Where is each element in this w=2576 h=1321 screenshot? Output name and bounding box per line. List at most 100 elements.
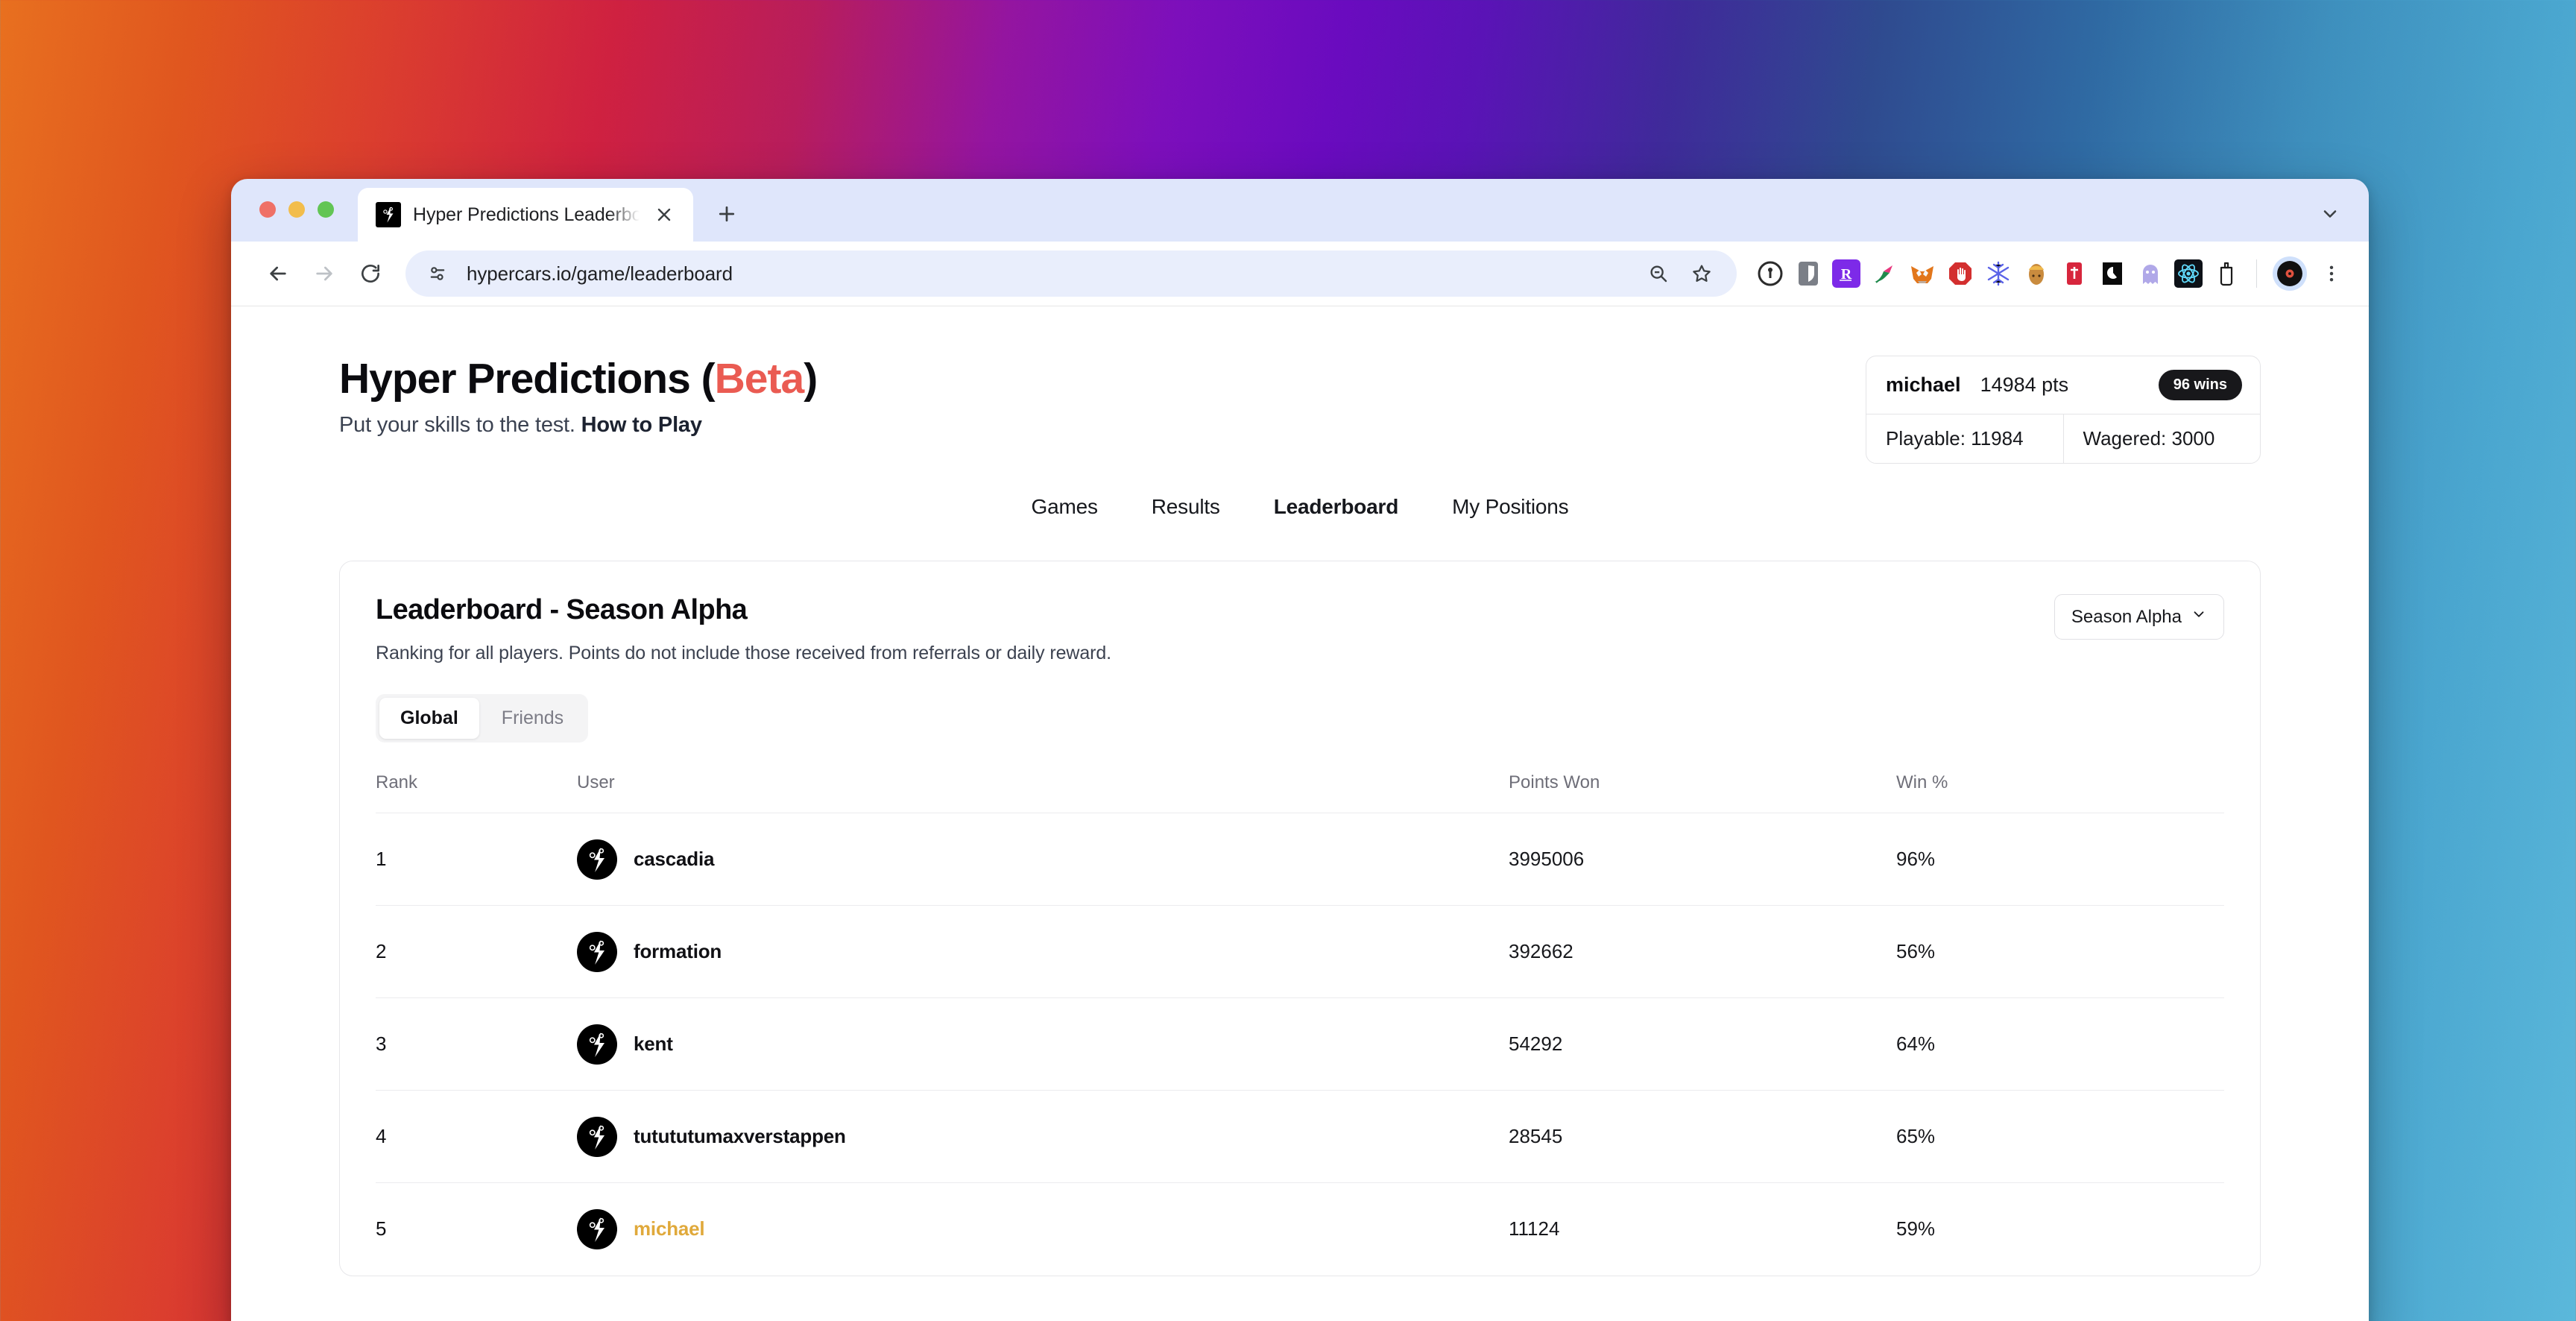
keeper-icon[interactable] — [2212, 259, 2241, 288]
cell-points: 54292 — [1509, 997, 1896, 1091]
snowflake-icon[interactable] — [1984, 259, 2012, 288]
cell-points: 392662 — [1509, 905, 1896, 998]
minimize-window-button[interactable] — [288, 201, 305, 218]
table-row[interactable]: 5 michael 11124 59% — [376, 1182, 2224, 1276]
bookmark-star-icon[interactable] — [1686, 258, 1717, 289]
cell-rank: 4 — [376, 1090, 577, 1183]
username-label[interactable]: tutututumaxverstappen — [634, 1125, 846, 1148]
chrome-menu-icon[interactable] — [2317, 256, 2346, 291]
column-header-win: Win % — [1896, 772, 1948, 792]
rabby-wallet-icon[interactable]: R — [1832, 259, 1860, 288]
bitwarden-icon[interactable] — [1794, 259, 1822, 288]
toolbar-divider — [2256, 259, 2257, 288]
react-devtools-icon[interactable] — [2174, 259, 2203, 288]
page-title: Hyper Predictions (Beta) — [339, 355, 818, 403]
season-select-value: Season Alpha — [2071, 606, 2182, 627]
avatar — [577, 839, 617, 880]
site-header: Hyper Predictions (Beta) Put your skills… — [339, 306, 2261, 464]
leaderboard-table: Rank User Points Won Win % 1 cascadia 3995… — [376, 772, 2224, 1276]
page-title-close: ) — [804, 355, 818, 403]
search-icon[interactable] — [1643, 258, 1674, 289]
segment-friends[interactable]: Friends — [481, 698, 584, 739]
leaderboard-heading-block: Leaderboard - Season Alpha Ranking for a… — [376, 594, 1111, 664]
table-body: 1 cascadia 3995006 96% 2 formation 392662 56% 3 k… — [376, 813, 2224, 1276]
brand-block: Hyper Predictions (Beta) Put your skills… — [339, 355, 818, 438]
page-viewport: Hyper Predictions (Beta) Put your skills… — [231, 306, 2369, 1321]
cell-win-percent: 59% — [1896, 1182, 2224, 1276]
user-stats-top: michael 14984 pts 96 wins — [1866, 356, 2260, 414]
tab-title: Hyper Predictions Leaderboa — [413, 204, 640, 225]
browser-window: Hyper Predictions Leaderboa hypercars.io… — [231, 179, 2369, 1321]
nav-item-games[interactable]: Games — [1032, 495, 1098, 519]
stats-username: michael — [1886, 373, 1961, 396]
reload-icon[interactable] — [347, 250, 394, 297]
stats-wagered: Wagered: 3000 — [2062, 414, 2261, 463]
main-nav: Games Results Leaderboard My Positions — [339, 495, 2261, 526]
table-row[interactable]: 1 cascadia 3995006 96% — [376, 813, 2224, 906]
table-row[interactable]: 2 formation 392662 56% — [376, 905, 2224, 998]
glyph-icon[interactable] — [2098, 259, 2127, 288]
table-header-row: Rank User Points Won Win % — [376, 772, 2224, 813]
username-label[interactable]: formation — [634, 940, 722, 963]
omnibox-actions — [1643, 258, 1717, 289]
username-label[interactable]: kent — [634, 1032, 673, 1056]
close-window-button[interactable] — [259, 201, 276, 218]
address-bar[interactable]: hypercars.io/game/leaderboard — [405, 250, 1737, 297]
page-container: Hyper Predictions (Beta) Put your skills… — [231, 306, 2369, 1276]
extensions-tray: R — [1756, 256, 2346, 291]
adblock-icon[interactable] — [1946, 259, 1974, 288]
username-label[interactable]: cascadia — [634, 848, 714, 871]
username-label[interactable]: michael — [634, 1217, 705, 1240]
cell-win-percent: 56% — [1896, 905, 2224, 998]
window-traffic-lights — [259, 179, 334, 242]
honey-icon[interactable] — [2022, 259, 2051, 288]
leaderboard-title: Leaderboard - Season Alpha — [376, 594, 748, 625]
maximize-window-button[interactable] — [318, 201, 334, 218]
nav-item-my-positions[interactable]: My Positions — [1452, 495, 1569, 519]
browser-tab[interactable]: Hyper Predictions Leaderboa — [358, 188, 693, 242]
scope-segmented-control: Global Friends — [376, 694, 589, 743]
tab-strip: Hyper Predictions Leaderboa — [231, 179, 2369, 242]
cell-user: michael — [577, 1182, 1509, 1276]
cell-points: 11124 — [1509, 1182, 1896, 1276]
cell-user: tutututumaxverstappen — [577, 1090, 1509, 1183]
column-header-rank: Rank — [376, 772, 418, 792]
ghost-icon[interactable] — [2136, 259, 2165, 288]
nav-item-results[interactable]: Results — [1152, 495, 1220, 519]
trezor-icon[interactable] — [2060, 259, 2089, 288]
site-settings-icon[interactable] — [425, 261, 450, 286]
cell-win-percent: 65% — [1896, 1090, 2224, 1183]
cell-win-percent: 64% — [1896, 997, 2224, 1091]
leaderboard-subtitle: Ranking for all players. Points do not i… — [376, 643, 1112, 663]
avatar — [577, 1024, 617, 1065]
back-icon[interactable] — [255, 250, 301, 297]
cell-rank: 5 — [376, 1182, 577, 1276]
hummingbird-icon[interactable] — [1870, 259, 1898, 288]
segment-global[interactable]: Global — [379, 698, 479, 739]
browser-toolbar: hypercars.io/game/leaderboard R — [231, 242, 2369, 306]
profile-avatar[interactable] — [2273, 256, 2307, 291]
chevron-down-icon — [2191, 606, 2207, 628]
cell-rank: 3 — [376, 997, 577, 1091]
tab-search-button[interactable] — [2311, 197, 2349, 231]
new-tab-button[interactable] — [710, 197, 744, 231]
leaderboard-header: Leaderboard - Season Alpha Ranking for a… — [376, 594, 2224, 664]
user-stats-card: michael 14984 pts 96 wins Playable: 1198… — [1866, 356, 2261, 464]
season-select[interactable]: Season Alpha — [2053, 594, 2224, 640]
table-row[interactable]: 3 kent 54292 64% — [376, 997, 2224, 1091]
avatar — [577, 1208, 617, 1249]
stats-points: 14984 pts — [1980, 373, 2069, 396]
cell-rank: 2 — [376, 905, 577, 998]
status-badge: 96 wins — [2158, 370, 2242, 400]
cell-rank: 1 — [376, 813, 577, 906]
close-tab-icon[interactable] — [651, 202, 677, 227]
tagline-text: Put your skills to the test. — [339, 412, 581, 437]
table-row[interactable]: 4 tutututumaxverstappen 28545 65% — [376, 1090, 2224, 1183]
how-to-play-link[interactable]: How to Play — [581, 413, 702, 437]
column-header-user: User — [577, 772, 615, 792]
onepassword-icon[interactable] — [1756, 259, 1784, 288]
nav-item-leaderboard[interactable]: Leaderboard — [1274, 495, 1399, 519]
forward-icon[interactable] — [301, 250, 347, 297]
metamask-icon[interactable] — [1908, 259, 1936, 288]
page-title-main: Hyper Predictions ( — [339, 355, 716, 403]
